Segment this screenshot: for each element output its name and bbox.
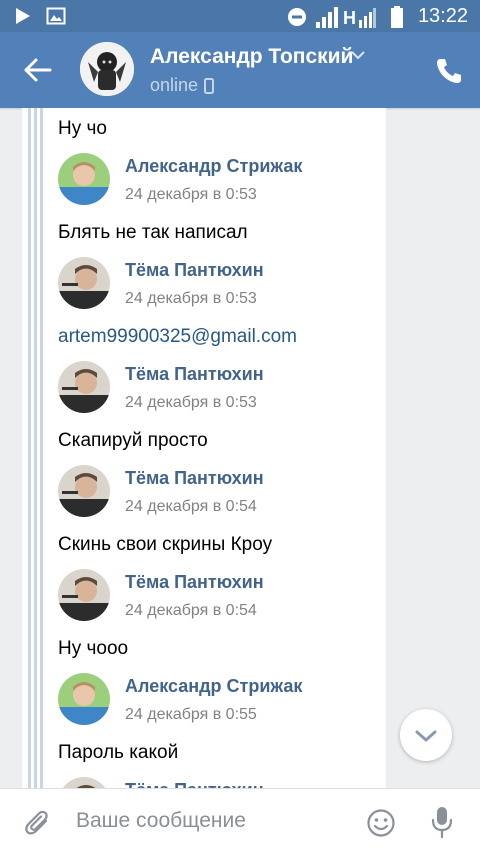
- status-bar-left: [14, 6, 66, 26]
- message-author[interactable]: Тёма Пантюхин: [125, 468, 264, 489]
- chat-title[interactable]: Александр Топский: [150, 45, 353, 69]
- battery-icon: [390, 5, 403, 28]
- forward-line: [40, 108, 43, 788]
- forward-indicator-lines: [28, 108, 44, 788]
- avatar[interactable]: [58, 361, 110, 413]
- message-timestamp: 24 декабря в 0:53: [125, 290, 257, 307]
- online-status-text: online: [150, 75, 199, 95]
- back-button[interactable]: [22, 56, 54, 84]
- message-composer: [0, 788, 480, 855]
- scroll-to-bottom-button[interactable]: [400, 709, 452, 761]
- message-author[interactable]: Александр Стрижак: [125, 676, 302, 697]
- emoji-button[interactable]: [366, 808, 396, 838]
- message-author[interactable]: Александр Стрижак: [125, 156, 302, 177]
- chat-header: Александр Топский online: [0, 32, 480, 108]
- do-not-disturb-icon: [287, 7, 306, 26]
- avatar[interactable]: [58, 673, 110, 725]
- attach-button[interactable]: [24, 808, 52, 838]
- message-input[interactable]: [76, 801, 346, 841]
- chevron-down-icon[interactable]: [351, 50, 365, 60]
- message-text: Ну чооо: [58, 638, 129, 659]
- network-type-label: H: [342, 8, 356, 28]
- call-button[interactable]: [434, 56, 464, 86]
- avatar[interactable]: [58, 257, 110, 309]
- microphone-icon: [431, 807, 453, 839]
- emoji-icon: [367, 809, 395, 837]
- play-icon: [16, 8, 30, 24]
- message-timestamp: 24 декабря в 0:54: [125, 498, 257, 515]
- avatar[interactable]: [80, 42, 134, 96]
- online-status: online: [150, 75, 215, 96]
- signal-icon: [315, 6, 338, 28]
- message-author[interactable]: Тёма Пантюхин: [125, 780, 264, 788]
- arrow-left-icon: [24, 58, 52, 82]
- image-icon: [46, 7, 66, 25]
- status-bar-right: H 13:22: [287, 4, 468, 29]
- signal-icon: [358, 7, 376, 28]
- phone-icon: [437, 59, 461, 83]
- clock: 13:22: [417, 5, 468, 27]
- voice-message-button[interactable]: [430, 805, 454, 839]
- message-timestamp: 24 декабря в 0:53: [125, 394, 257, 411]
- avatar[interactable]: [58, 569, 110, 621]
- message-timestamp: 24 декабря в 0:55: [125, 706, 257, 723]
- paperclip-icon: [25, 810, 48, 835]
- message-list[interactable]: Ну чо Александр Стрижак 24 декабря в 0:5…: [0, 108, 480, 788]
- chevron-down-icon: [415, 730, 437, 742]
- avatar[interactable]: [58, 153, 110, 205]
- avatar[interactable]: [58, 465, 110, 517]
- status-bar: H 13:22: [0, 0, 480, 32]
- message-author[interactable]: Тёма Пантюхин: [125, 364, 264, 385]
- message-timestamp: 24 декабря в 0:54: [125, 602, 257, 619]
- forward-line: [34, 108, 37, 788]
- message-text: Скинь свои скрины Кроу: [58, 534, 273, 555]
- message-timestamp: 24 декабря в 0:53: [125, 186, 257, 203]
- mobile-phone-icon: [204, 77, 215, 94]
- message-text: Пароль какой: [58, 742, 179, 763]
- message-author[interactable]: Тёма Пантюхин: [125, 260, 264, 281]
- message-text: Скапируй просто: [58, 430, 208, 451]
- message-text: Блять не так написал: [58, 222, 248, 243]
- message-author[interactable]: Тёма Пантюхин: [125, 572, 264, 593]
- email-link[interactable]: artem99900325@gmail.com: [58, 326, 297, 348]
- message-text: Ну чо: [58, 118, 107, 139]
- forward-line: [28, 108, 31, 788]
